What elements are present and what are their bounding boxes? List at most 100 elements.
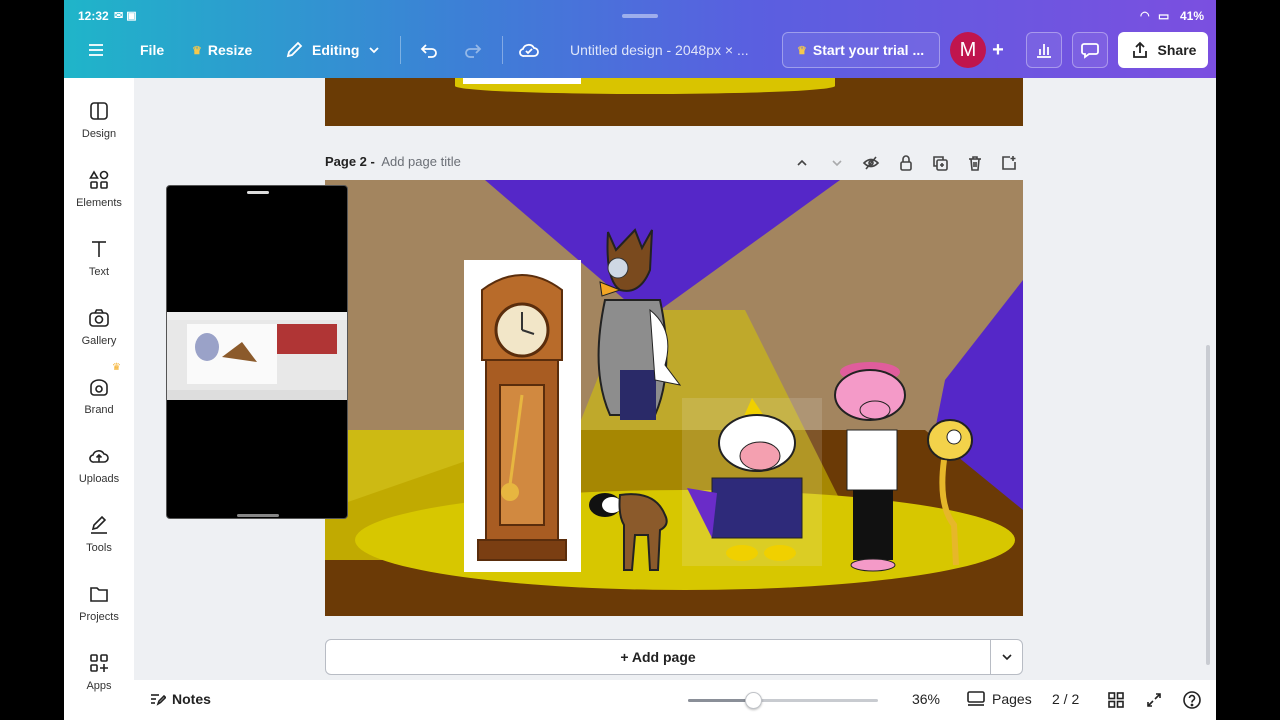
help-button[interactable]	[1180, 688, 1204, 712]
cloud-save-status[interactable]	[518, 34, 540, 66]
sidebar-item-projects[interactable]: Projects	[64, 583, 134, 643]
move-page-up-button[interactable]	[790, 151, 814, 175]
eye-off-icon	[862, 156, 880, 170]
add-page-after-button[interactable]	[997, 151, 1021, 175]
help-icon	[1183, 691, 1201, 709]
resize-button[interactable]: ♛ Resize	[192, 34, 252, 66]
lock-icon	[900, 155, 912, 171]
page-title-input[interactable]: Add page title	[381, 154, 461, 169]
comments-button[interactable]	[1072, 32, 1108, 68]
duplicate-page-button[interactable]	[928, 151, 952, 175]
add-page-button[interactable]: + Add page	[326, 640, 990, 674]
bar-chart-icon	[1037, 44, 1051, 58]
sidebar-item-label: Text	[88, 266, 110, 278]
file-menu-button[interactable]: File	[140, 34, 164, 66]
sidebar-item-brand[interactable]: ♛ Brand	[64, 362, 134, 436]
sidebar-item-gallery[interactable]: Gallery	[64, 307, 134, 367]
notes-button[interactable]: Notes	[148, 690, 211, 708]
canva-editor: 12:32 ✉ ▣ ◠ ▭ 41% File ♛ Resize Editing	[64, 0, 1216, 720]
sidebar-item-label: Design	[81, 128, 117, 140]
sidebar-item-design[interactable]: Design	[64, 100, 134, 160]
add-page-icon	[1002, 156, 1016, 170]
wifi-icon: ◠	[1140, 10, 1150, 22]
sidebar-item-label: Apps	[86, 680, 112, 692]
undo-button[interactable]	[418, 34, 440, 66]
page-1-image[interactable]	[463, 78, 581, 84]
text-icon	[92, 241, 106, 257]
add-page-bar: + Add page	[325, 639, 1023, 675]
page-1-canvas[interactable]	[325, 78, 1023, 126]
bottom-bar: Notes 36% Pages 2 / 2	[134, 680, 1216, 720]
plus-icon: +	[992, 38, 1004, 61]
grandfather-clock-graphic	[477, 274, 567, 561]
overlay-home-indicator	[237, 514, 279, 517]
share-label: Share	[1157, 42, 1197, 58]
overlay-drag-handle[interactable]	[247, 191, 269, 194]
screen-recording-overlay[interactable]	[166, 185, 348, 519]
sidebar-item-label: Projects	[79, 611, 119, 623]
sidebar-item-apps[interactable]: Apps	[64, 652, 134, 712]
sidebar-item-uploads[interactable]: Uploads	[64, 445, 134, 505]
start-trial-button[interactable]: ♛ Start your trial ...	[782, 32, 940, 68]
expand-icon	[1147, 693, 1161, 707]
chevron-up-icon	[797, 159, 807, 166]
fullscreen-button[interactable]	[1142, 688, 1166, 712]
menu-button[interactable]	[86, 34, 106, 66]
pencil-icon	[286, 41, 303, 58]
toolbar-divider	[400, 36, 401, 64]
resize-label: Resize	[207, 42, 253, 58]
chevron-down-icon	[369, 47, 380, 54]
move-page-down-button[interactable]	[825, 151, 849, 175]
sidebar-item-elements[interactable]: Elements	[64, 169, 134, 229]
insights-button[interactable]	[1026, 32, 1062, 68]
delete-page-button[interactable]	[963, 151, 987, 175]
lock-page-button[interactable]	[894, 151, 918, 175]
preview-thumbnail-graphic	[167, 312, 347, 400]
king-cow-graphic	[682, 398, 822, 566]
status-notification-icons: ✉ ▣	[114, 10, 137, 22]
toolbar-divider	[502, 36, 503, 64]
add-collaborator-button[interactable]: +	[986, 32, 1010, 68]
crown-icon: ♛	[112, 362, 121, 373]
pink-pig-character[interactable]	[825, 360, 925, 575]
zoom-slider-thumb[interactable]	[744, 692, 762, 709]
sidebar-item-label: Gallery	[81, 335, 117, 347]
grid-view-icon	[1108, 692, 1124, 708]
sidebar-item-text[interactable]: Text	[64, 238, 134, 298]
trial-label: Start your trial ...	[812, 42, 925, 58]
add-page-divider	[990, 640, 991, 674]
pages-button[interactable]: Pages	[966, 690, 1032, 708]
grandfather-clock-image[interactable]	[464, 260, 581, 572]
editing-mode-button[interactable]: Editing	[284, 34, 381, 66]
sidebar-item-label: Tools	[86, 542, 112, 554]
page-2-header: Page 2 - Add page title	[325, 153, 1023, 173]
zoom-percentage[interactable]: 36%	[896, 691, 940, 707]
chevron-down-icon	[1002, 654, 1012, 661]
zoom-slider-track[interactable]	[688, 692, 878, 709]
user-avatar[interactable]: M	[950, 32, 986, 68]
editing-label: Editing	[312, 42, 360, 58]
share-upload-icon	[1132, 41, 1147, 58]
pages-icon	[967, 691, 985, 706]
comment-icon	[1081, 43, 1099, 59]
hide-page-button[interactable]	[859, 151, 883, 175]
document-title[interactable]: Untitled design - 2048px × ...	[570, 34, 749, 66]
page-number-label: Page 2 -	[325, 154, 375, 169]
grid-view-button[interactable]	[1104, 688, 1128, 712]
redo-icon	[465, 44, 482, 58]
yellow-ostrich-character[interactable]	[920, 415, 980, 570]
apps-icon	[90, 654, 108, 672]
page-2-canvas[interactable]	[325, 180, 1023, 616]
sidebar-item-label: Brand	[84, 404, 114, 416]
redo-button[interactable]	[462, 34, 484, 66]
vertical-scrollbar[interactable]	[1206, 345, 1210, 665]
add-page-options-button[interactable]	[995, 645, 1019, 669]
status-time: 12:32	[78, 9, 109, 23]
king-cow-character[interactable]	[682, 398, 822, 566]
notes-icon	[151, 694, 166, 706]
sidebar-item-tools[interactable]: Tools	[64, 514, 134, 574]
multitask-handle[interactable]	[622, 14, 658, 18]
page-counter: 2 / 2	[1052, 691, 1080, 707]
share-button[interactable]: Share	[1118, 32, 1208, 68]
brown-horse-character[interactable]	[580, 470, 680, 580]
